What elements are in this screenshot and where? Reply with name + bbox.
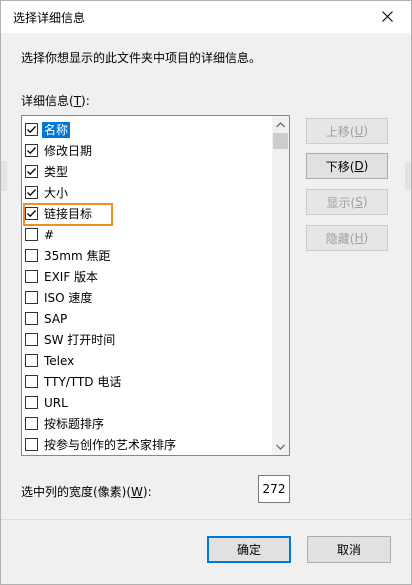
checkbox-unchecked[interactable] [25,354,38,367]
scroll-thumb[interactable] [273,133,288,149]
close-button[interactable] [365,1,409,31]
column-width-input[interactable]: 272 [258,475,290,503]
checkbox-unchecked[interactable] [25,375,38,388]
list-item[interactable]: 按参与创作的艺术家排序 [25,434,273,455]
list-item-label: 按参与创作的艺术家排序 [44,437,177,452]
title-bar: 选择详细信息 [1,1,411,33]
list-item[interactable]: SAP [25,308,273,329]
show-button[interactable]: 显示(S) [306,189,388,215]
checkmark-icon [27,189,36,197]
list-item[interactable]: ISO 速度 [25,287,273,308]
checkbox-checked[interactable] [25,144,38,157]
dialog-description: 选择你想显示的此文件夹中项目的详细信息。 [21,51,262,65]
list-item-label: 名称 [42,121,71,138]
checkbox-unchecked[interactable] [25,249,38,262]
list-item-label: SAP [44,311,68,326]
ok-button[interactable]: 确定 [207,536,291,563]
list-item[interactable]: 名称 [25,119,273,140]
list-item-label: 类型 [44,164,69,179]
list-item-label: 修改日期 [44,143,93,158]
list-item[interactable]: # [25,224,273,245]
list-item[interactable]: 大小 [25,182,273,203]
list-item[interactable]: 按标题排序 [25,413,273,434]
cancel-button[interactable]: 取消 [307,536,391,563]
list-item-label: TTY/TTD 电话 [44,374,122,389]
background-edge [1,161,7,191]
checkbox-checked[interactable] [25,165,38,178]
list-item[interactable]: EXIF 版本 [25,266,273,287]
checkbox-checked[interactable] [25,123,38,136]
dialog-title: 选择详细信息 [13,11,86,25]
checkmark-icon [27,147,36,155]
list-item-label: SW 打开时间 [44,332,116,347]
move-down-button[interactable]: 下移(D) [306,153,388,179]
move-up-button[interactable]: 上移(U) [306,118,388,144]
checkbox-unchecked[interactable] [25,228,38,241]
chevron-down-icon [276,444,285,450]
checkbox-unchecked[interactable] [25,291,38,304]
list-item[interactable]: URL [25,392,273,413]
list-item-label: # [44,227,55,242]
close-icon [381,10,393,22]
checkbox-unchecked[interactable] [25,333,38,346]
list-item-label: ISO 速度 [44,290,93,305]
vertical-scrollbar[interactable] [272,116,289,455]
background-edge [405,161,411,191]
list-item-label: URL [44,395,68,410]
hide-button[interactable]: 隐藏(H) [306,225,388,251]
footer-divider [1,519,411,520]
checkbox-unchecked[interactable] [25,438,38,451]
highlight-annotation [23,203,113,226]
list-item[interactable]: SW 打开时间 [25,329,273,350]
column-width-value: 272 [262,482,286,496]
list-item[interactable]: 类型 [25,161,273,182]
list-item[interactable]: 35mm 焦距 [25,245,273,266]
chevron-up-icon [276,121,285,127]
list-item[interactable]: Telex [25,350,273,371]
checkmark-icon [27,168,36,176]
checkbox-unchecked[interactable] [25,396,38,409]
details-listbox[interactable]: 名称 修改日期 类型 大小 链接目标 #35mm 焦距 EXIF 版本 ISO 速度 SAP SW… [21,115,290,456]
scroll-up-button[interactable] [272,116,289,133]
list-item-label: 35mm 焦距 [44,248,111,263]
list-item-label: EXIF 版本 [44,269,99,284]
checkbox-unchecked[interactable] [25,312,38,325]
checkbox-checked[interactable] [25,186,38,199]
list-item[interactable]: 修改日期 [25,140,273,161]
choose-details-dialog: 选择详细信息 选择你想显示的此文件夹中项目的详细信息。 详细信息(T): 名称修… [0,0,412,585]
column-width-label: 选中列的宽度(像素)(W): [21,485,152,499]
details-label: 详细信息(T): [21,94,90,108]
list-item-label: 大小 [44,185,69,200]
checkbox-unchecked[interactable] [25,270,38,283]
list-item-label: Telex [44,353,75,368]
list-item[interactable]: TTY/TTD 电话 [25,371,273,392]
checkbox-unchecked[interactable] [25,417,38,430]
checkmark-icon [27,126,36,134]
scroll-down-button[interactable] [272,438,289,455]
list-item-label: 按标题排序 [44,416,105,431]
